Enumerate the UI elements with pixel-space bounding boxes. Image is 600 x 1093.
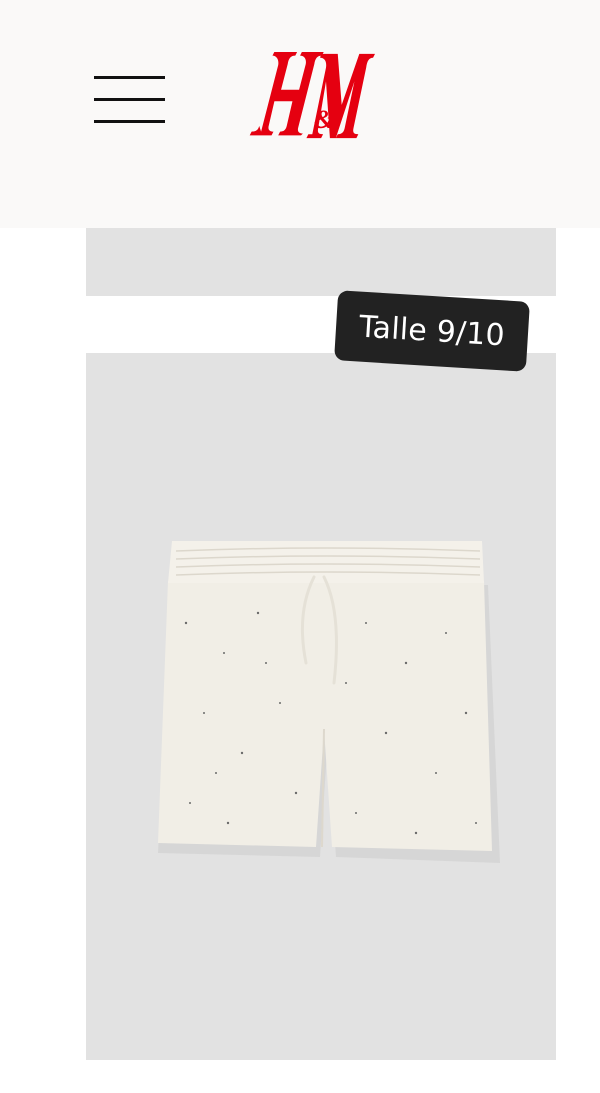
product-image-main[interactable] [86,353,556,1060]
shorts-product-image [158,541,500,863]
size-badge: Talle 9/10 [334,290,530,372]
hamburger-menu-icon[interactable] [92,74,168,126]
site-header: & [0,0,600,228]
hm-logo[interactable]: & [244,52,380,144]
product-image-previous[interactable] [86,228,556,296]
